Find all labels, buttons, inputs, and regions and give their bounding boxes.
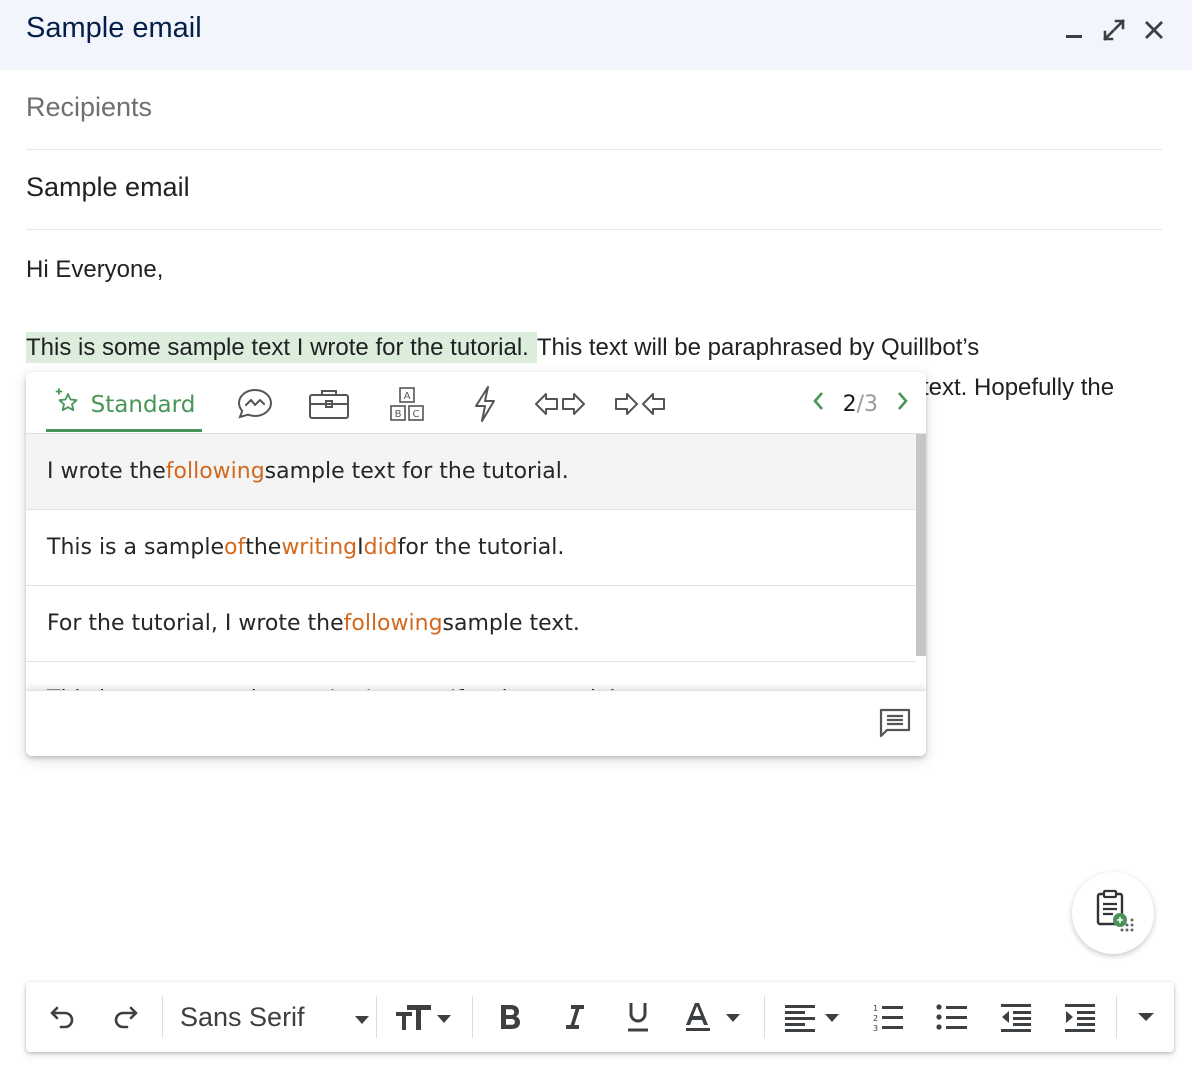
mode-standard-label: Standard [90,391,196,418]
prev-page-icon[interactable] [811,390,825,418]
undo-icon[interactable] [42,996,82,1038]
quillbot-mode-bar: Standard A B C 2 /3 [26,372,926,434]
indent-less-icon[interactable] [996,996,1036,1038]
redo-icon[interactable] [106,996,146,1038]
compose-header: Sample email [0,0,1192,70]
paraphrase-result[interactable]: This is a sample of the writing I did fo… [26,510,916,586]
body-text-rest: This text will be paraphrased by Quillbo… [536,334,980,361]
email-body-line-2: text. Hopefully the [922,374,1115,401]
abc-blocks-icon[interactable]: A B C [384,384,430,424]
quillbot-popup: Standard A B C 2 /3 I wrote the followin… [26,372,926,756]
shorten-arrows-icon[interactable] [612,384,668,424]
email-body-line-1[interactable]: This is some sample text I wrote for the… [26,332,980,363]
quillbot-clipboard-icon [1088,886,1138,941]
changed-word: following [343,611,443,636]
next-page-icon[interactable] [896,390,910,418]
result-text: for the tutorial. [397,535,565,560]
font-select-value: Sans Serif [180,1001,305,1032]
svg-text:1: 1 [873,1004,878,1013]
changed-word: writing [281,535,358,560]
changed-word: following [165,459,265,484]
svg-text:C: C [413,409,420,420]
recipients-field[interactable]: Recipients [26,70,1162,150]
scrollbar-thumb[interactable] [916,434,926,656]
subject-field[interactable]: Sample email [26,150,1162,230]
paraphrase-result[interactable]: This is some sample text that I created … [26,662,916,690]
expand-arrows-icon[interactable] [532,384,588,424]
toolbar-separator [472,996,473,1038]
svg-text:3: 3 [873,1024,878,1033]
result-text: I wrote the [47,459,166,484]
svg-text:2: 2 [873,1014,878,1023]
align-icon[interactable] [780,996,848,1038]
result-text: This is a sample [47,535,224,560]
italic-icon[interactable] [554,996,594,1038]
svg-text:A: A [404,391,411,402]
results-scrollbar[interactable] [916,434,926,656]
text-size-icon[interactable] [392,996,458,1038]
lightning-icon[interactable] [462,384,508,424]
recipients-placeholder: Recipients [26,92,153,122]
paraphrase-result[interactable]: I wrote the following sample text for th… [26,434,916,510]
numbered-list-icon[interactable]: 123 [868,996,908,1038]
more-formatting-icon[interactable] [1130,996,1162,1038]
page-current: 2 [842,391,857,417]
highlighted-sentence[interactable]: This is some sample text I wrote for the… [26,332,537,363]
toolbar-separator [764,996,765,1038]
sparkle-star-icon [53,387,83,422]
close-icon[interactable] [1138,14,1170,46]
email-greeting: Hi Everyone, [26,256,164,283]
svg-text:B: B [395,409,402,420]
chat-bubble-icon[interactable] [232,384,278,424]
expand-icon[interactable] [1098,14,1130,46]
indent-more-icon[interactable] [1060,996,1100,1038]
minimize-icon[interactable] [1058,14,1090,46]
result-text: sample text. [442,611,580,636]
toolbar-separator [162,996,163,1038]
briefcase-icon[interactable] [306,384,352,424]
paraphrase-result[interactable]: For the tutorial, I wrote the following … [26,586,916,662]
quillbot-footer [26,690,926,756]
toolbar-separator [376,996,377,1038]
chevron-down-icon [354,1012,370,1030]
subject-text: Sample email [26,172,190,202]
underline-icon[interactable] [618,996,658,1038]
result-pager: 2/3 [811,386,910,422]
result-text: For the tutorial, I wrote the [47,611,344,636]
font-select[interactable]: Sans Serif [180,996,370,1038]
quillbot-fab[interactable] [1072,872,1154,954]
compose-title: Sample email [26,12,202,44]
result-text: the [245,535,282,560]
changed-word: of [223,535,246,560]
text-color-icon[interactable] [682,996,750,1038]
bold-icon[interactable] [490,996,530,1038]
changed-word: did [363,535,398,560]
result-text: sample text for the tutorial. [264,459,569,484]
toolbar-separator [1116,996,1117,1038]
formatting-toolbar: Sans Serif 123 [26,982,1174,1052]
bulleted-list-icon[interactable] [932,996,972,1038]
feedback-icon[interactable] [878,707,912,744]
page-total: /3 [856,391,878,417]
paraphrase-results-list: I wrote the following sample text for th… [26,434,916,690]
mode-standard[interactable]: Standard [46,384,202,432]
